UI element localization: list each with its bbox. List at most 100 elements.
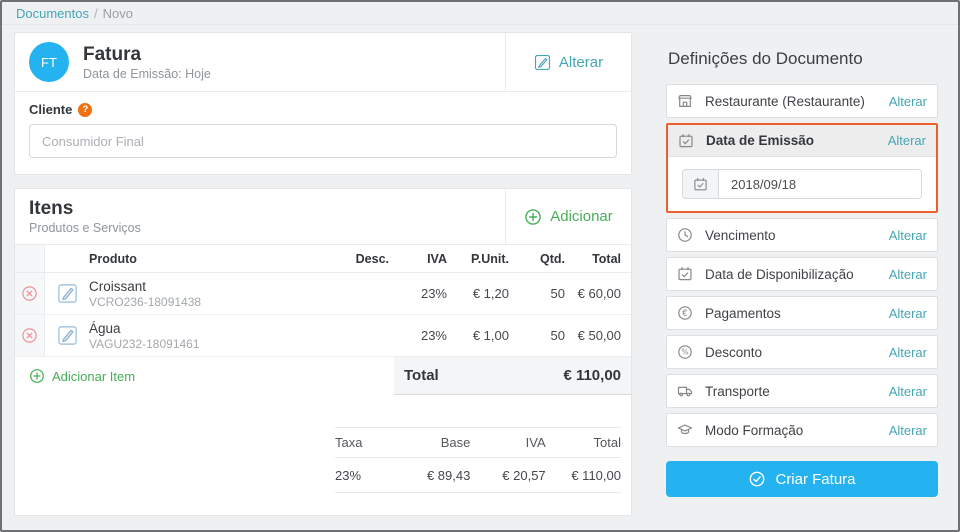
tax-col-taxa: Taxa (335, 435, 363, 450)
calendar-icon (677, 266, 693, 282)
delete-item-button[interactable] (19, 325, 40, 346)
edit-item-button[interactable] (55, 323, 80, 348)
cell-punit: € 1,00 (472, 328, 509, 343)
alterar-link[interactable]: Alterar (889, 228, 927, 243)
euro-icon: € (677, 305, 693, 321)
app-window: Documentos / Novo FT Fatura Data de Emissã… (0, 0, 960, 532)
add-item-button[interactable]: Adicionar Item (15, 357, 394, 395)
product-cell: Croissant VCRO236-18091438 (89, 279, 331, 309)
cell-total: € 60,00 (577, 286, 621, 301)
document-type-badge: FT (29, 42, 69, 82)
add-item-label: Adicionar Item (52, 368, 136, 384)
change-label: Alterar (558, 53, 604, 71)
truck-icon (677, 383, 693, 399)
breadcrumb-separator: / (93, 6, 98, 21)
setting-item-vencimento[interactable]: Vencimento Alterar (666, 218, 938, 252)
setting-label: Data de Disponibilização (705, 266, 854, 282)
alterar-link[interactable]: Alterar (889, 345, 927, 360)
tax-base: € 89,43 (426, 467, 471, 483)
product-name: Croissant (89, 278, 147, 294)
items-card: Itens Produtos e Serviços Adicionar Prod… (14, 188, 632, 516)
setting-label: Pagamentos (705, 305, 781, 321)
setting-item-desconto[interactable]: % Desconto Alterar (666, 335, 938, 369)
setting-label: Modo Formação (705, 422, 804, 438)
issue-date-input-group (682, 169, 922, 199)
alterar-link[interactable]: Alterar (889, 423, 927, 438)
document-column: FT Fatura Data de Emissão: Hoje Alterar (14, 25, 632, 516)
cell-punit: € 1,20 (472, 286, 509, 301)
plus-circle-icon (524, 208, 542, 226)
document-type-card: FT Fatura Data de Emissão: Hoje Alterar (14, 32, 632, 175)
tax-col-total: Total (593, 435, 621, 450)
invoice-total: Total € 110,00 (394, 357, 631, 395)
total-row: Adicionar Item Total € 110,00 (15, 357, 631, 395)
storefront-icon (677, 93, 693, 109)
setting-label: Transporte (705, 383, 770, 399)
setting-item-pagamentos[interactable]: € Pagamentos Alterar (666, 296, 938, 330)
issue-date-section (668, 157, 936, 211)
plus-circle-icon (29, 368, 45, 384)
col-punit: P.Unit. (471, 251, 509, 266)
items-title: Itens (29, 198, 74, 219)
svg-text:%: % (681, 348, 688, 357)
setting-item-data-disponibilizacao[interactable]: Data de Disponibilização Alterar (666, 257, 938, 291)
create-invoice-label: Criar Fatura (775, 470, 856, 488)
setting-item-restaurante[interactable]: Restaurante (Restaurante) Alterar (666, 84, 938, 118)
table-row: Croissant VCRO236-18091438 23% € 1,20 50… (15, 273, 631, 315)
breadcrumb-link-documentos[interactable]: Documentos (16, 6, 89, 21)
col-iva: IVA (427, 251, 447, 266)
items-header: Itens Produtos e Serviços Adicionar (15, 189, 631, 245)
client-section: Cliente ? (15, 92, 631, 174)
document-title: Fatura (83, 43, 142, 65)
delete-item-button[interactable] (19, 283, 40, 304)
breadcrumb: Documentos / Novo (2, 2, 958, 25)
cell-iva: 23% (420, 286, 447, 301)
settings-title: Definições do Documento (668, 49, 863, 68)
col-desc: Desc. (355, 251, 389, 266)
cell-total: € 50,00 (577, 328, 621, 343)
delete-column-header (15, 245, 45, 272)
setting-label: Vencimento (705, 227, 776, 243)
tax-taxa: 23% (335, 467, 362, 483)
clock-icon (677, 227, 693, 243)
add-label: Adicionar (550, 208, 613, 225)
add-product-button[interactable]: Adicionar (505, 189, 631, 244)
main-content: FT Fatura Data de Emissão: Hoje Alterar (2, 25, 958, 516)
product-code: VAGU232-18091461 (89, 336, 200, 351)
calendar-icon[interactable] (683, 170, 719, 198)
tax-total: € 110,00 (571, 467, 621, 483)
change-document-type-button[interactable]: Alterar (505, 33, 631, 91)
tax-col-base: Base (440, 435, 471, 450)
product-code: VCRO236-18091438 (89, 294, 202, 309)
setting-label: Data de Emissão (706, 133, 815, 148)
setting-item-transporte[interactable]: Transporte Alterar (666, 374, 938, 408)
setting-label: Restaurante (Restaurante) (705, 93, 865, 109)
document-type-info: FT Fatura Data de Emissão: Hoje (15, 33, 505, 91)
client-label-row: Cliente ? (29, 102, 617, 117)
cell-qtd: 50 (550, 286, 565, 301)
client-label: Cliente (29, 102, 73, 117)
alterar-link[interactable]: Alterar (889, 384, 927, 399)
setting-item-header[interactable]: Data de Emissão Alterar (668, 125, 936, 157)
product-cell: Água VAGU232-18091461 (89, 321, 331, 351)
edit-icon (534, 54, 551, 71)
client-input[interactable] (29, 124, 617, 158)
alterar-link[interactable]: Alterar (888, 133, 926, 148)
graduation-cap-icon (677, 422, 693, 438)
setting-item-data-emissao: Data de Emissão Alterar (666, 123, 938, 213)
edit-item-button[interactable] (55, 281, 80, 306)
check-circle-icon (748, 470, 766, 488)
alterar-link[interactable]: Alterar (889, 306, 927, 321)
issue-date-input[interactable] (719, 170, 921, 198)
svg-text:€: € (682, 309, 687, 319)
create-invoice-button[interactable]: Criar Fatura (666, 461, 938, 497)
alterar-link[interactable]: Alterar (889, 267, 927, 282)
document-type-header: FT Fatura Data de Emissão: Hoje Alterar (15, 33, 631, 92)
setting-item-modo-formacao[interactable]: Modo Formação Alterar (666, 413, 938, 447)
help-icon[interactable]: ? (78, 102, 93, 117)
cell-iva: 23% (420, 328, 447, 343)
items-title-block: Itens Produtos e Serviços (15, 189, 505, 244)
setting-label: Desconto (705, 344, 763, 360)
col-produto: Produto (89, 251, 137, 266)
alterar-link[interactable]: Alterar (889, 94, 927, 109)
